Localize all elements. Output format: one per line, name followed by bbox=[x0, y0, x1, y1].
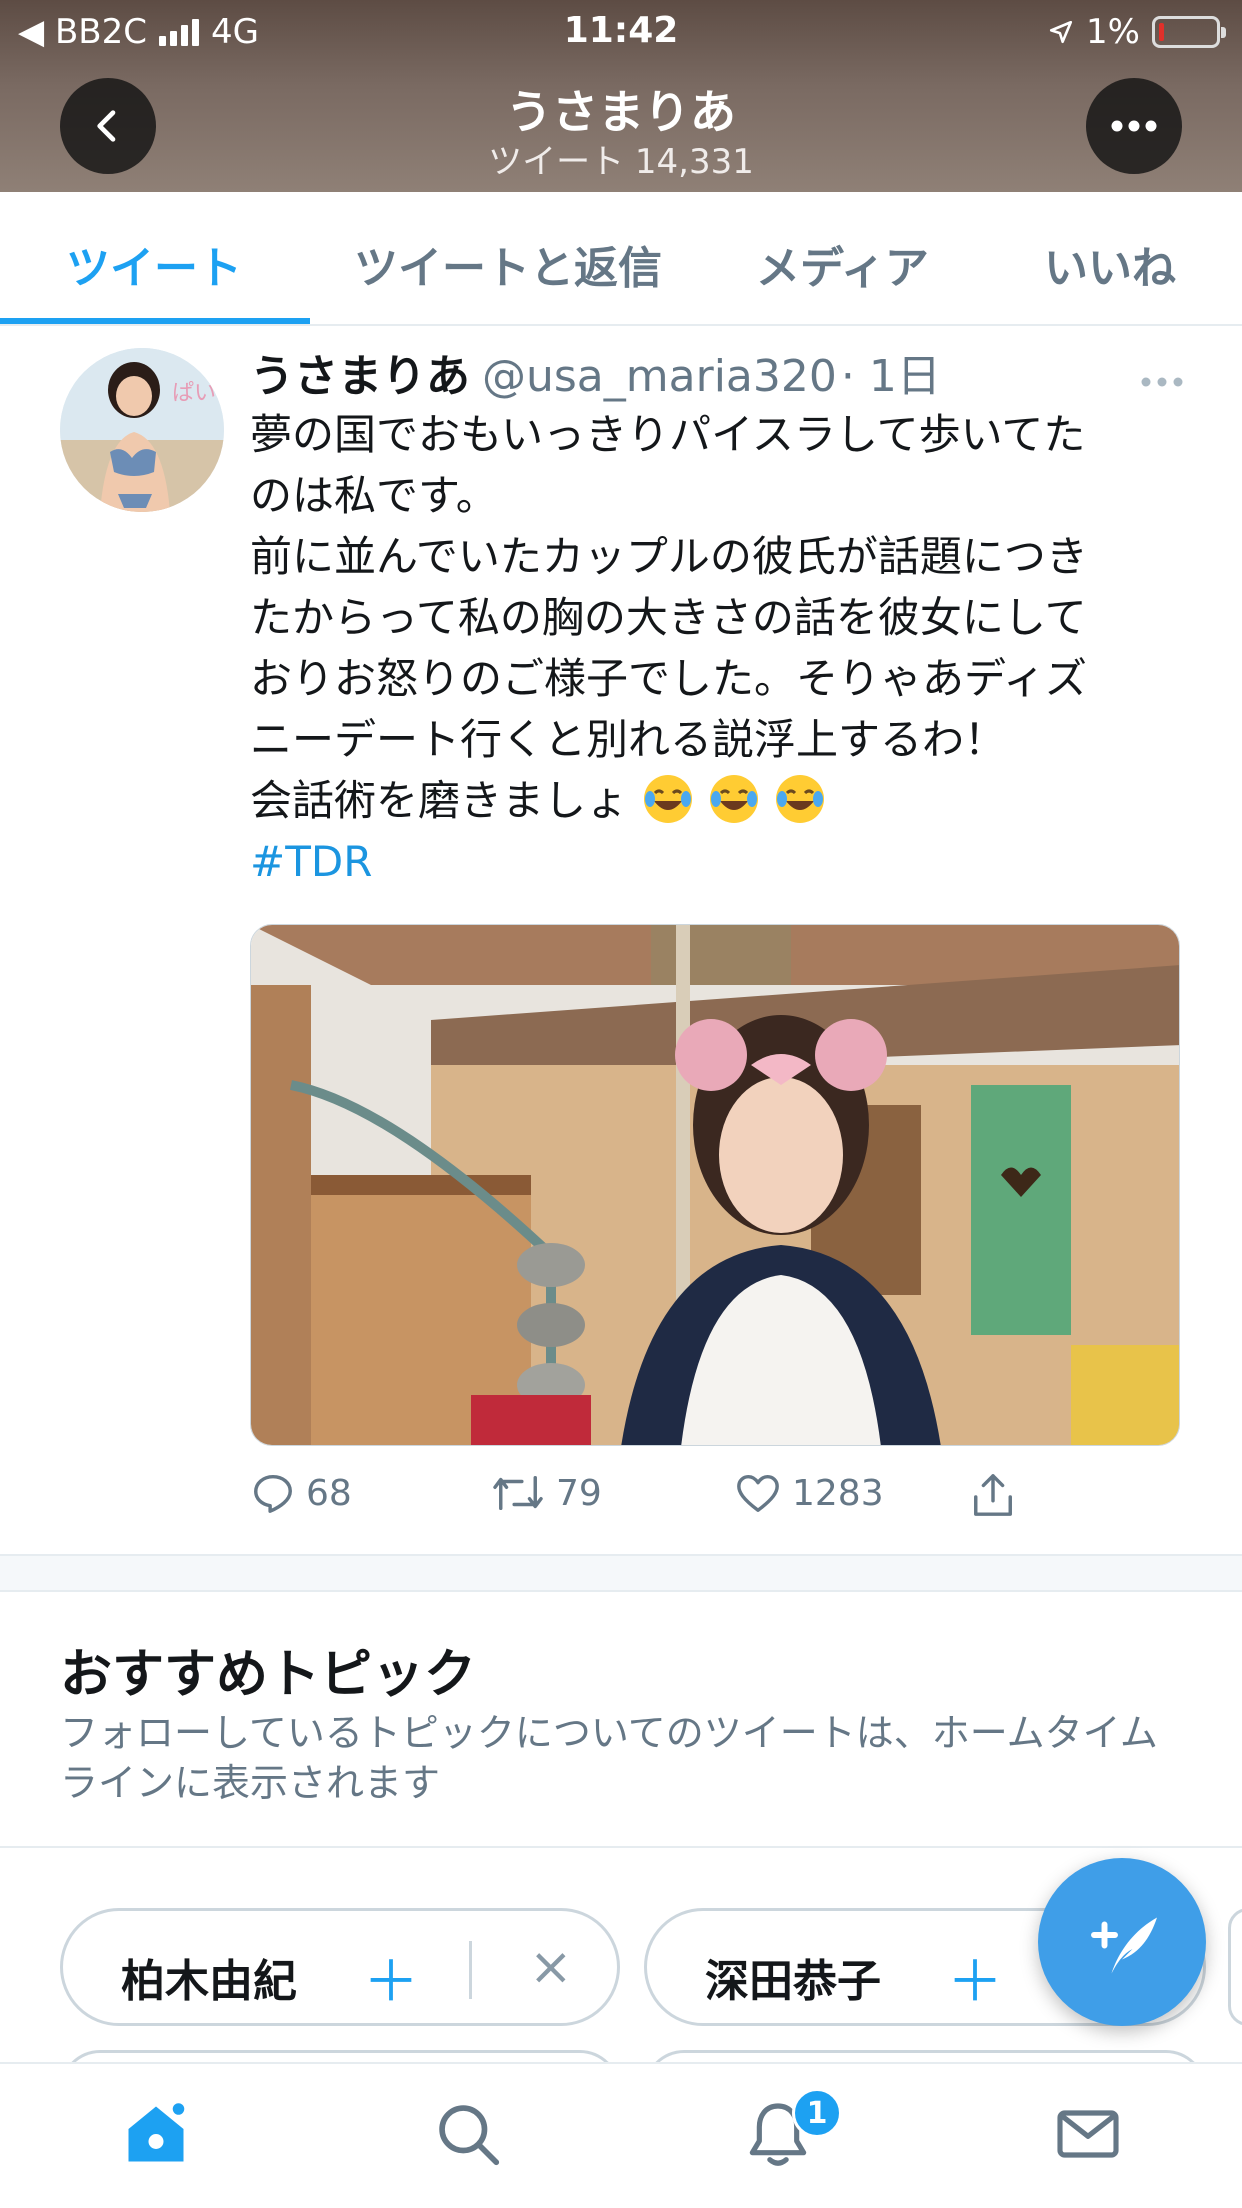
tweet-timestamp[interactable]: · 1日 bbox=[841, 351, 941, 402]
tab-media[interactable]: メディア bbox=[756, 232, 929, 296]
reply-count: 68 bbox=[306, 1472, 352, 1514]
tweet-text-line: おりお怒りのご様子でした。そりゃあディズ bbox=[250, 654, 1088, 703]
tab-tweets[interactable]: ツイート bbox=[66, 232, 242, 296]
topics-title: おすすめトピック bbox=[60, 1645, 477, 1705]
topic-chip-label: 柏木由紀 bbox=[121, 1956, 297, 2007]
hashtag-link[interactable]: #TDR bbox=[250, 831, 1170, 892]
topic-chip-label: 深田恭子 bbox=[705, 1956, 881, 2007]
tweet-count: ツイート 14,331 bbox=[488, 142, 754, 182]
battery-percent: 1% bbox=[1086, 12, 1140, 52]
page-title: うさまりあ bbox=[506, 85, 736, 139]
tweet-text-line: たからって私の胸の大きさの話を彼女にして bbox=[250, 593, 1087, 642]
nav-messages[interactable] bbox=[1048, 2094, 1128, 2174]
tweet-header: うさまりあ @usa_maria320· 1日 bbox=[250, 340, 1190, 404]
bottom-navigation bbox=[0, 2062, 1242, 2208]
reply-icon bbox=[254, 1474, 292, 1513]
divider bbox=[0, 1846, 1242, 1848]
notification-badge: 1 bbox=[792, 2088, 842, 2138]
svg-text:ぱい: ぱい bbox=[172, 381, 216, 406]
nav-search[interactable] bbox=[428, 2094, 508, 2174]
profile-tabs: ツイート ツイートと返信 メディア いいね bbox=[0, 192, 1242, 326]
dismiss-topic-close-icon[interactable]: × bbox=[529, 1937, 573, 1997]
active-tab-indicator bbox=[0, 318, 310, 324]
tweet-text-line: 夢の国でおもいっきりパイスラして歩いてた bbox=[250, 410, 1086, 459]
retweet-icon bbox=[493, 1475, 543, 1511]
share-button[interactable] bbox=[970, 1470, 1016, 1520]
like-count: 1283 bbox=[792, 1472, 884, 1514]
status-right: 1% bbox=[1048, 12, 1226, 52]
share-icon bbox=[974, 1474, 1012, 1516]
laughing-tears-emoji-icon bbox=[776, 775, 825, 823]
compose-feather-icon bbox=[1091, 1917, 1157, 1974]
topic-chip-partial[interactable] bbox=[1228, 1908, 1242, 2026]
follow-topic-plus-icon[interactable]: ＋ bbox=[947, 1937, 1003, 2018]
heart-icon bbox=[737, 1474, 779, 1512]
battery-icon bbox=[1152, 16, 1226, 48]
home-icon bbox=[128, 2099, 188, 2162]
tweet-text-line: ニーデート行くと別れる説浮上するわ！ bbox=[250, 715, 1007, 764]
avatar[interactable]: ぱい bbox=[60, 348, 224, 512]
reply-button[interactable]: 68 bbox=[250, 1470, 352, 1516]
retweet-button[interactable]: 79 bbox=[490, 1470, 602, 1516]
section-divider bbox=[0, 1554, 1242, 1592]
topic-chip[interactable]: 柏木由紀 ＋ × bbox=[60, 1908, 620, 2026]
nav-home[interactable] bbox=[116, 2094, 196, 2174]
chip-separator bbox=[469, 1941, 472, 1999]
profile-header: ◀ BB2C 4G 11:42 1% うさまりあ ツイート 14,331 bbox=[0, 0, 1242, 192]
location-arrow-icon bbox=[1049, 20, 1073, 44]
tab-tweets-and-replies[interactable]: ツイートと返信 bbox=[354, 232, 662, 296]
tweet-actions: 68 79 1283 bbox=[250, 1470, 1150, 1530]
more-options-button[interactable] bbox=[1086, 78, 1182, 174]
topics-description: フォローしているトピックについてのツイートは、ホームタイムラインに表示されます bbox=[60, 1711, 1158, 1805]
more-dots-icon bbox=[1111, 120, 1157, 132]
more-dots-icon bbox=[1141, 377, 1183, 387]
tweet-photo[interactable] bbox=[250, 924, 1180, 1446]
mail-icon bbox=[1057, 2110, 1119, 2158]
tweet-text-line: のは私です。 bbox=[250, 471, 498, 520]
tweet-text: 夢の国でおもいっきりパイスラして歩いてた のは私です。 前に並んでいたカップルの… bbox=[250, 404, 1170, 892]
follow-topic-plus-icon[interactable]: ＋ bbox=[363, 1937, 419, 2018]
like-button[interactable]: 1283 bbox=[734, 1470, 884, 1516]
search-icon bbox=[439, 2105, 500, 2166]
retweet-count: 79 bbox=[556, 1472, 602, 1514]
tweet-text-line: 前に並んでいたカップルの彼氏が話題につき bbox=[250, 532, 1088, 581]
tweet-more-button[interactable] bbox=[1140, 352, 1184, 398]
tweet-text-line-last: 会話術を磨きましょ bbox=[250, 770, 1170, 831]
tweet-author-name[interactable]: うさまりあ bbox=[250, 351, 470, 402]
laughing-tears-emoji-icon bbox=[644, 775, 693, 823]
status-bar: ◀ BB2C 4G 11:42 1% bbox=[0, 0, 1242, 60]
laughing-tears-emoji-icon bbox=[710, 775, 759, 823]
tab-likes[interactable]: いいね bbox=[1044, 232, 1176, 296]
compose-tweet-button[interactable] bbox=[1038, 1858, 1206, 2026]
tweet-text-line: 会話術を磨きましょ bbox=[250, 776, 629, 825]
tweet-author-handle[interactable]: @usa_maria320 bbox=[482, 351, 837, 402]
